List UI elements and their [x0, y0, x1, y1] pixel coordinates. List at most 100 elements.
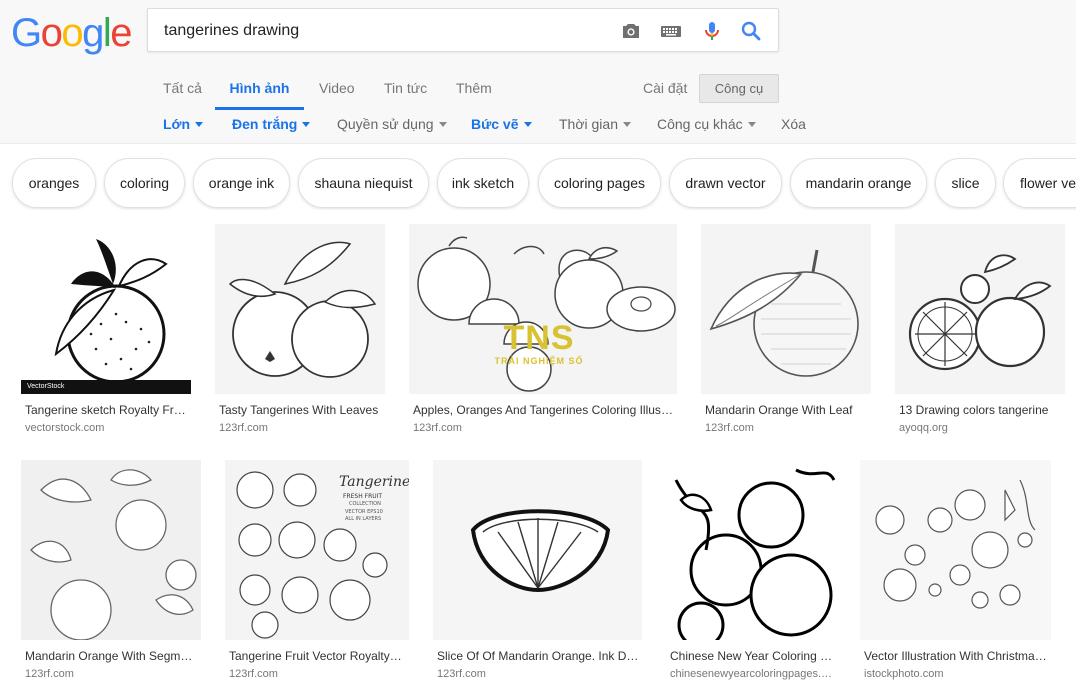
art-subtitle: COLLECTION: [349, 501, 381, 507]
result-caption[interactable]: Vector Illustration With Christmas Decor…: [864, 649, 1049, 663]
watermark: VectorStock: [21, 380, 191, 394]
filter-color[interactable]: Đen trắng: [232, 110, 311, 138]
keyboard-icon[interactable]: [659, 19, 683, 43]
result-caption[interactable]: Tangerine sketch Royalty Free Vector Ima…: [25, 403, 190, 417]
art-subtitle: FRESH FRUIT: [343, 493, 382, 500]
chevron-down-icon: [195, 121, 204, 127]
chevron-down-icon: [438, 121, 447, 127]
result-source[interactable]: istockphoto.com: [864, 668, 1049, 680]
art-subtitle: ALL IN LAYERS: [345, 516, 381, 522]
result-caption[interactable]: 13 Drawing colors tangerine: [899, 403, 1059, 417]
chevron-down-icon: [302, 121, 311, 127]
result-source[interactable]: 123rf.com: [229, 668, 405, 680]
result-source[interactable]: 123rf.com: [705, 422, 870, 434]
chinese-new-year-coloring-art: [674, 468, 836, 640]
result-caption[interactable]: Mandarin Orange With Leaf: [705, 403, 870, 417]
tangerines-with-leaves-art: [228, 241, 377, 378]
chevron-down-icon: [747, 121, 756, 127]
result-image[interactable]: [895, 224, 1065, 394]
result-source[interactable]: 123rf.com: [413, 422, 675, 434]
filter-size[interactable]: Lớn: [163, 110, 204, 138]
filter-time[interactable]: Thời gian: [559, 110, 631, 138]
chip[interactable]: mandarin orange: [790, 158, 927, 208]
chevron-down-icon: [523, 121, 532, 127]
result-image[interactable]: [860, 460, 1051, 640]
mic-icon[interactable]: [700, 19, 724, 43]
result-source[interactable]: vectorstock.com: [25, 422, 190, 434]
mandarin-slice-art: [470, 509, 611, 593]
tab-images[interactable]: Hình ảnh: [215, 70, 304, 110]
tab-video[interactable]: Video: [319, 70, 355, 110]
settings-link[interactable]: Cài đặt: [643, 70, 687, 106]
result-source[interactable]: ayoqq.org: [899, 422, 1059, 434]
result-image[interactable]: [701, 224, 871, 394]
result-source[interactable]: 123rf.com: [25, 668, 195, 680]
camera-icon[interactable]: [619, 19, 643, 43]
header: Google tangerines drawing Tất cả Hình ản…: [0, 0, 1076, 144]
tangerine-fruit-vector-art: Tangerine FRESH FRUIT COLLECTION VECTOR …: [236, 471, 409, 639]
result-image[interactable]: [21, 460, 201, 640]
chip[interactable]: coloring pages: [538, 158, 661, 208]
filter-label: Công cụ khác: [657, 116, 743, 132]
result-source[interactable]: chinesenewyearcoloringpages.com: [670, 668, 835, 680]
filter-bar: Lớn Đen trắng Quyền sử dụng Bức vẽ Thời …: [0, 110, 1076, 138]
google-logo[interactable]: Google: [11, 11, 132, 55]
tab-more[interactable]: Thêm: [456, 70, 492, 110]
filter-label: Đen trắng: [232, 116, 298, 132]
christmas-decorations-art: [875, 479, 1036, 609]
logo-letter: o: [40, 11, 63, 55]
search-tabs: Tất cả Hình ảnh Video Tin tức Thêm Cài đ…: [0, 70, 1076, 110]
chip[interactable]: slice: [935, 158, 996, 208]
result-caption[interactable]: Apples, Oranges And Tangerines Coloring …: [413, 403, 675, 417]
art-title: Tangerine: [339, 474, 409, 490]
logo-letter: g: [82, 11, 104, 55]
result-image[interactable]: [433, 460, 642, 640]
tns-logo-subtext: TRẢI NGHIỆM SỐ: [494, 356, 584, 366]
chip[interactable]: oranges: [12, 158, 96, 208]
tns-logo-text: TNS: [503, 319, 575, 357]
filter-usage-rights[interactable]: Quyền sử dụng: [337, 110, 447, 138]
chevron-down-icon: [623, 121, 631, 127]
filter-label: Quyền sử dụng: [337, 116, 434, 132]
filter-label: Bức vẽ: [471, 116, 519, 132]
filter-more-tools[interactable]: Công cụ khác: [657, 110, 756, 138]
filter-label: Thời gian: [559, 116, 618, 132]
result-caption[interactable]: Tangerine Fruit Vector Royalty Free: [229, 649, 405, 663]
tools-button[interactable]: Công cụ: [699, 74, 779, 103]
related-searches: oranges coloring orange ink shauna niequ…: [0, 158, 1076, 210]
search-input[interactable]: tangerines drawing: [164, 9, 299, 53]
chip[interactable]: drawn vector: [669, 158, 782, 208]
result-image[interactable]: VectorStock: [21, 224, 191, 394]
search-icon[interactable]: [739, 19, 763, 43]
mandarin-with-leaf-art: [709, 249, 859, 377]
result-caption[interactable]: Tasty Tangerines With Leaves: [219, 403, 384, 417]
tab-news[interactable]: Tin tức: [384, 70, 427, 110]
art-subtitle: VECTOR EPS10: [345, 509, 383, 515]
drawing-tangerine-art: [908, 254, 1052, 371]
tns-watermark-logo: TNS TRẢI NGHIỆM SỐ: [492, 320, 586, 374]
tab-all[interactable]: Tất cả: [163, 70, 202, 110]
result-caption[interactable]: Mandarin Orange With Segments: [25, 649, 195, 663]
result-image[interactable]: [666, 460, 836, 640]
result-source[interactable]: 123rf.com: [437, 668, 640, 680]
result-caption[interactable]: Chinese New Year Coloring Pages: [670, 649, 835, 663]
chip[interactable]: shauna niequist: [298, 158, 429, 208]
chip[interactable]: flower vector: [1003, 158, 1076, 208]
filter-type[interactable]: Bức vẽ: [471, 110, 532, 138]
filter-clear[interactable]: Xóa: [781, 110, 806, 138]
logo-letter: o: [61, 11, 83, 55]
search-box[interactable]: tangerines drawing: [147, 8, 779, 52]
result-source[interactable]: 123rf.com: [219, 422, 384, 434]
result-image[interactable]: [215, 224, 385, 394]
chip[interactable]: orange ink: [193, 158, 290, 208]
logo-letter: G: [11, 11, 42, 55]
chip[interactable]: ink sketch: [437, 158, 529, 208]
result-image[interactable]: Tangerine FRESH FRUIT COLLECTION VECTOR …: [225, 460, 409, 640]
logo-letter: e: [110, 11, 132, 55]
mandarin-segments-art: [30, 469, 197, 640]
filter-label: Lớn: [163, 116, 191, 132]
tangerine-sketch-art: [54, 239, 168, 384]
result-caption[interactable]: Slice Of Of Mandarin Orange. Ink Drawing: [437, 649, 640, 663]
chip[interactable]: coloring: [104, 158, 185, 208]
logo-letter: l: [102, 11, 112, 55]
